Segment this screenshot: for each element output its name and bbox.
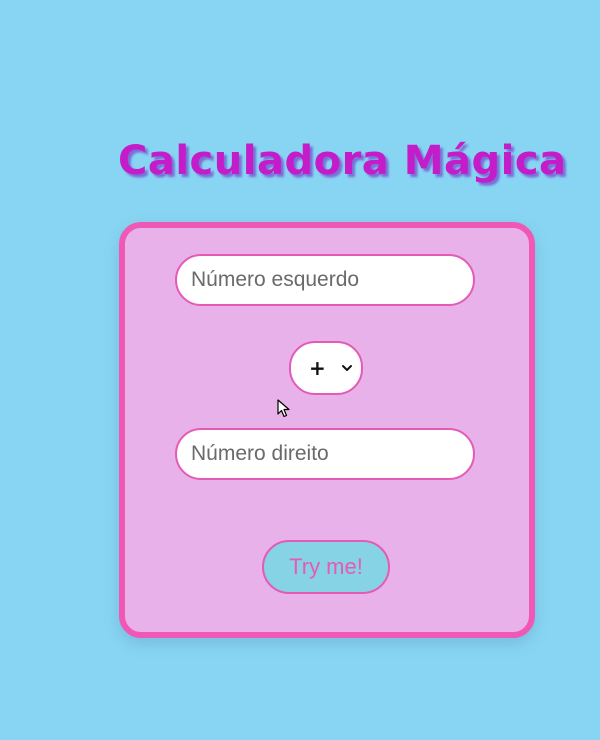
try-me-button[interactable]: Try me!: [262, 540, 390, 594]
mouse-cursor-icon: [277, 399, 290, 418]
left-number-input[interactable]: [175, 254, 475, 306]
operator-value: +: [309, 356, 326, 380]
calculator-card: + Try me!: [119, 222, 535, 638]
right-number-input[interactable]: [175, 428, 475, 480]
chevron-down-icon: [342, 365, 352, 371]
operator-select[interactable]: +: [289, 341, 363, 395]
page-title: Calculadora Mágica: [118, 138, 567, 184]
page: Calculadora Mágica + Try me!: [0, 0, 600, 740]
